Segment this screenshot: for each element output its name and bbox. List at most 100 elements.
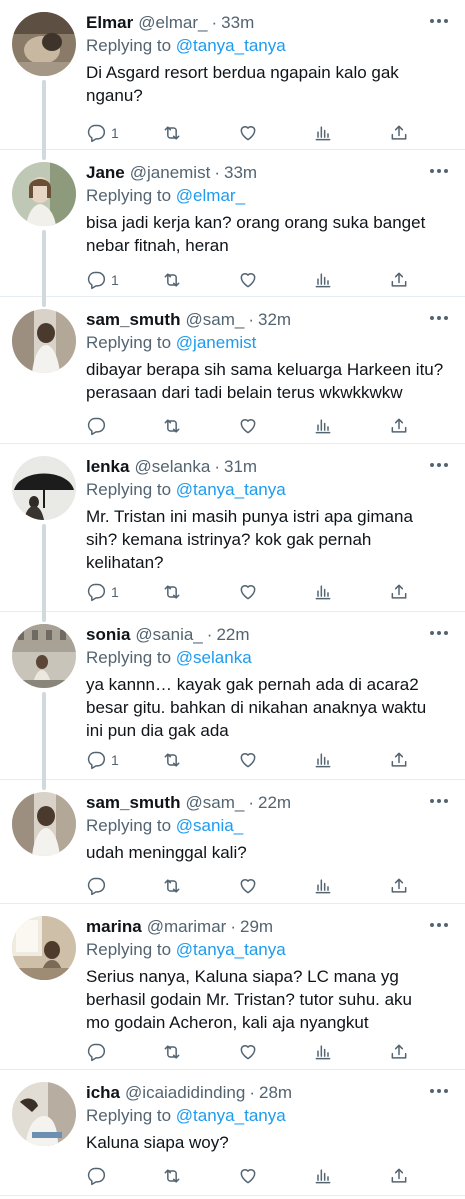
timestamp[interactable]: 28m xyxy=(259,1082,292,1104)
like-button[interactable] xyxy=(238,123,262,143)
reply-mention-link[interactable]: @tanya_tanya xyxy=(176,1106,286,1125)
retweet-button[interactable] xyxy=(162,1042,186,1062)
retweet-button[interactable] xyxy=(162,1166,186,1186)
display-name[interactable]: sam_smuth xyxy=(86,792,180,814)
user-handle[interactable]: @sam_ xyxy=(185,309,244,331)
like-button[interactable] xyxy=(238,750,262,770)
views-button[interactable] xyxy=(313,582,337,602)
reply-button[interactable]: 1 xyxy=(86,123,119,143)
user-handle[interactable]: @selanka xyxy=(134,456,210,478)
display-name[interactable]: lenka xyxy=(86,456,129,478)
display-name[interactable]: sam_smuth xyxy=(86,309,180,331)
user-handle[interactable]: @sam_ xyxy=(185,792,244,814)
views-button[interactable] xyxy=(313,1042,337,1062)
avatar[interactable] xyxy=(12,456,76,520)
share-button[interactable] xyxy=(389,876,413,896)
share-button[interactable] xyxy=(389,1166,413,1186)
like-button[interactable] xyxy=(238,1166,262,1186)
like-button[interactable] xyxy=(238,1042,262,1062)
like-button[interactable] xyxy=(238,876,262,896)
display-name[interactable]: marina xyxy=(86,916,142,938)
retweet-button[interactable] xyxy=(162,416,186,436)
reply-button[interactable] xyxy=(86,416,110,436)
more-dots-icon[interactable] xyxy=(429,311,449,325)
avatar[interactable] xyxy=(12,624,76,688)
like-button[interactable] xyxy=(238,582,262,602)
retweet-button[interactable] xyxy=(162,876,186,896)
views-button[interactable] xyxy=(313,270,337,290)
more-dots-icon[interactable] xyxy=(429,458,449,472)
reply-button[interactable]: 1 xyxy=(86,582,119,602)
more-dots-icon[interactable] xyxy=(429,1084,449,1098)
avatar[interactable] xyxy=(12,792,76,856)
tweet[interactable]: Jane @janemist · 33m Replying to @elmar_… xyxy=(0,150,465,301)
reply-button[interactable] xyxy=(86,876,110,896)
share-button[interactable] xyxy=(389,1042,413,1062)
share-button[interactable] xyxy=(389,416,413,436)
more-dots-icon[interactable] xyxy=(429,918,449,932)
avatar[interactable] xyxy=(12,309,76,373)
timestamp[interactable]: 33m xyxy=(221,12,254,34)
tweet[interactable]: sonia @sania_ · 22m Replying to @selanka… xyxy=(0,612,465,784)
views-button[interactable] xyxy=(313,123,337,143)
avatar[interactable] xyxy=(12,916,76,980)
share-button[interactable] xyxy=(389,123,413,143)
avatar[interactable] xyxy=(12,162,76,226)
display-name[interactable]: Elmar xyxy=(86,12,133,34)
reply-button[interactable] xyxy=(86,1042,110,1062)
reply-mention-link[interactable]: @janemist xyxy=(176,333,257,352)
display-name[interactable]: sonia xyxy=(86,624,130,646)
timestamp[interactable]: 22m xyxy=(216,624,249,646)
tweet[interactable]: sam_smuth @sam_ · 22m Replying to @sania… xyxy=(0,780,465,904)
views-button[interactable] xyxy=(313,416,337,436)
timestamp[interactable]: 32m xyxy=(258,309,291,331)
reply-mention-link[interactable]: @elmar_ xyxy=(176,186,245,205)
share-button[interactable] xyxy=(389,270,413,290)
more-dots-icon[interactable] xyxy=(429,626,449,640)
reply-button[interactable] xyxy=(86,1166,110,1186)
like-button[interactable] xyxy=(238,270,262,290)
display-name[interactable]: Jane xyxy=(86,162,125,184)
tweet[interactable]: lenka @selanka · 31m Replying to @tanya_… xyxy=(0,444,465,616)
display-name[interactable]: icha xyxy=(86,1082,120,1104)
more-dots-icon[interactable] xyxy=(429,14,449,28)
like-button[interactable] xyxy=(238,416,262,436)
tweet-header: sam_smuth @sam_ · 22m xyxy=(86,792,453,814)
reply-button[interactable]: 1 xyxy=(86,750,119,770)
share-button[interactable] xyxy=(389,582,413,602)
tweet[interactable]: marina @marimar · 29m Replying to @tanya… xyxy=(0,904,465,1070)
more-dots-icon[interactable] xyxy=(429,794,449,808)
share-button[interactable] xyxy=(389,750,413,770)
reply-mention-link[interactable]: @tanya_tanya xyxy=(176,480,286,499)
avatar[interactable] xyxy=(12,1082,76,1146)
analytics-icon xyxy=(315,273,331,288)
user-handle[interactable]: @janemist xyxy=(130,162,211,184)
views-button[interactable] xyxy=(313,750,337,770)
timestamp[interactable]: 22m xyxy=(258,792,291,814)
reply-mention-link[interactable]: @selanka xyxy=(176,648,252,667)
replying-to: Replying to @tanya_tanya xyxy=(86,938,453,961)
retweet-button[interactable] xyxy=(162,270,186,290)
reply-button[interactable]: 1 xyxy=(86,270,119,290)
reply-mention-link[interactable]: @tanya_tanya xyxy=(176,36,286,55)
retweet-button[interactable] xyxy=(162,750,186,770)
timestamp[interactable]: 33m xyxy=(224,162,257,184)
views-button[interactable] xyxy=(313,1166,337,1186)
user-handle[interactable]: @icaiadidinding xyxy=(125,1082,245,1104)
avatar[interactable] xyxy=(12,12,76,76)
timestamp[interactable]: 31m xyxy=(224,456,257,478)
reply-icon xyxy=(87,124,106,143)
user-handle[interactable]: @elmar_ xyxy=(138,12,207,34)
user-handle[interactable]: @sania_ xyxy=(135,624,202,646)
user-handle[interactable]: @marimar xyxy=(147,916,227,938)
retweet-button[interactable] xyxy=(162,123,186,143)
retweet-button[interactable] xyxy=(162,582,186,602)
views-button[interactable] xyxy=(313,876,337,896)
reply-mention-link[interactable]: @tanya_tanya xyxy=(176,940,286,959)
tweet[interactable]: icha @icaiadidinding · 28m Replying to @… xyxy=(0,1070,465,1196)
tweet[interactable]: sam_smuth @sam_ · 32m Replying to @janem… xyxy=(0,297,465,444)
reply-mention-link[interactable]: @sania_ xyxy=(176,816,243,835)
tweet[interactable]: Elmar @elmar_ · 33m Replying to @tanya_t… xyxy=(0,0,465,154)
more-dots-icon[interactable] xyxy=(429,164,449,178)
timestamp[interactable]: 29m xyxy=(240,916,273,938)
